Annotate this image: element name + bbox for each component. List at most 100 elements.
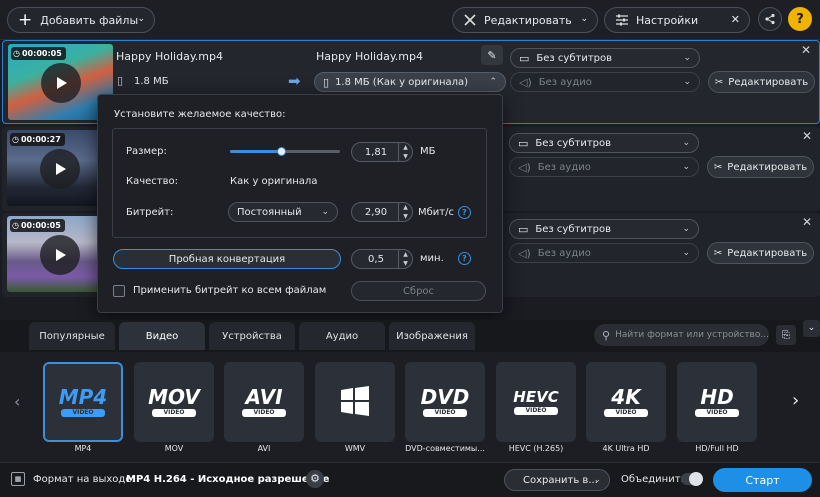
save-to-dropdown[interactable]: Сохранить в... ⌄ [504, 469, 610, 491]
stepper-arrows-icon[interactable]: ▲ ▼ [398, 203, 412, 221]
remove-file-button[interactable]: ✕ [802, 215, 812, 229]
bitrate-stepper[interactable]: 2,90 ▲ ▼ [351, 202, 413, 222]
settings-label: Настройки [636, 13, 699, 27]
merge-toggle-knob [689, 472, 703, 486]
output-size-label: 1.8 МБ (Как у оригинала) [335, 76, 469, 88]
bitrate-mode-select[interactable]: Постоянный ⌄ [228, 202, 338, 222]
format-logo: 4K VIDEO [604, 387, 648, 417]
tab-images[interactable]: Изображения [389, 322, 475, 350]
format-card-mov[interactable]: MOV VIDEO [134, 362, 214, 442]
edit-menu-label: Редактировать [484, 13, 572, 27]
help-icon: ? [796, 11, 804, 27]
search-input[interactable]: Найти формат или устройство... [615, 330, 769, 340]
tab-audio[interactable]: Аудио [299, 322, 385, 350]
edit-menu-button[interactable]: Редактировать ⌄ [452, 7, 598, 33]
bitrate-mode-label: Постоянный [237, 206, 302, 218]
subtitles-dropdown[interactable]: ▭ Без субтитров ⌄ [509, 133, 699, 153]
size-label: Размер: [126, 146, 167, 157]
play-button[interactable] [40, 149, 80, 189]
subtitles-label: Без субтитров [535, 137, 612, 149]
output-file-name: Happy Holiday.mp4 [316, 50, 423, 63]
edit-file-button[interactable]: ✂ Редактировать [708, 71, 815, 93]
subtitles-icon: ▭ [518, 136, 529, 150]
add-files-button[interactable]: + Добавить файлы ⌄ [7, 7, 155, 33]
chevron-down-icon: ⌄ [683, 77, 691, 87]
output-settings-button[interactable]: ⚙ [306, 470, 324, 488]
remove-file-button[interactable]: ✕ [802, 129, 812, 143]
edit-file-button[interactable]: ✂ Редактировать [707, 242, 814, 264]
audio-dropdown[interactable]: ◁) Без аудио ⌄ [509, 243, 699, 263]
format-logo-text: MOV [148, 385, 200, 409]
play-button[interactable] [41, 63, 81, 103]
share-button[interactable] [758, 7, 782, 31]
output-format-label: Формат на выходе: [33, 474, 135, 485]
help-button[interactable]: ? [788, 7, 812, 31]
tab-popular[interactable]: Популярные [29, 322, 115, 350]
tab-devices[interactable]: Устройства [209, 322, 295, 350]
scroll-left-button[interactable]: ‹ [14, 392, 20, 411]
play-icon [56, 163, 66, 175]
bitrate-label: Битрейт: [126, 207, 174, 218]
format-card-dvd-совместимы[interactable]: DVD VIDEO [405, 362, 485, 442]
remove-file-button[interactable]: ✕ [801, 43, 811, 57]
audio-dropdown[interactable]: ◁) Без аудио ⌄ [510, 72, 700, 92]
play-button[interactable] [40, 235, 80, 275]
format-card-avi[interactable]: AVI VIDEO [224, 362, 304, 442]
bitrate-help-icon[interactable]: ? [458, 206, 471, 219]
format-card-mp4[interactable]: MP4 VIDEO [43, 362, 123, 442]
trial-conversion-button[interactable]: Пробная конвертация [113, 249, 341, 269]
sliders-icon [616, 14, 628, 26]
file-size: 1.8 МБ [134, 76, 169, 87]
pencil-icon: ✎ [487, 48, 497, 62]
stepper-arrows-icon[interactable]: ▲ ▼ [398, 143, 412, 161]
subtitles-label: Без субтитров [535, 223, 612, 235]
audio-dropdown[interactable]: ◁) Без аудио ⌄ [509, 157, 699, 177]
format-card-4k-ultra-hd[interactable]: 4K VIDEO [586, 362, 666, 442]
scroll-right-button[interactable]: › [792, 390, 799, 411]
format-logo: MOV VIDEO [148, 387, 200, 417]
play-icon [56, 249, 66, 261]
size-slider-knob[interactable] [276, 147, 286, 156]
format-search[interactable]: ⚲ Найти формат или устройство... [594, 324, 769, 346]
speaker-icon: ◁) [519, 75, 532, 89]
start-button[interactable]: Старт [713, 468, 812, 492]
edit-file-label: Редактировать [728, 76, 809, 88]
format-logo-text: HD [700, 385, 734, 409]
trial-minutes-stepper[interactable]: 0,5 ▲ ▼ [351, 249, 413, 269]
subtitles-icon: ▭ [518, 222, 529, 236]
tab-video[interactable]: Видео [119, 322, 205, 350]
format-card-wmv[interactable] [315, 362, 395, 442]
format-logo-sub: VIDEO [604, 409, 648, 417]
output-size-dropdown[interactable]: ▯ 1.8 МБ (Как у оригинала) ⌃ [314, 72, 506, 92]
size-stepper[interactable]: 1,81 ▲ ▼ [351, 142, 413, 162]
top-toolbar: + Добавить файлы ⌄ Редактировать ⌄ Настр… [0, 0, 820, 40]
rename-button[interactable]: ✎ [481, 45, 503, 65]
format-logo: AVI VIDEO [242, 387, 286, 417]
reset-button[interactable]: Сброс [351, 281, 486, 301]
edit-file-label: Редактировать [727, 161, 808, 173]
format-logo: HEVC VIDEO [513, 387, 559, 415]
settings-button[interactable]: Настройки ✕ [604, 7, 750, 33]
stepper-arrows-icon[interactable]: ▲ ▼ [398, 250, 412, 268]
subtitles-dropdown[interactable]: ▭ Без субтитров ⌄ [510, 48, 700, 68]
subtitles-dropdown[interactable]: ▭ Без субтитров ⌄ [509, 219, 699, 239]
trial-help-icon[interactable]: ? [458, 252, 471, 265]
size-slider[interactable] [230, 147, 340, 156]
edit-file-button[interactable]: ✂ Редактировать [707, 156, 814, 178]
format-logo-text: HEVC [513, 387, 559, 406]
collapse-panel-button[interactable]: ⌄ [803, 320, 820, 337]
merge-toggle[interactable] [681, 472, 703, 486]
format-card-hd-full-hd[interactable]: HD VIDEO [677, 362, 757, 442]
bitrate-value: 2,90 [364, 206, 388, 218]
format-logo-sub: VIDEO [60, 409, 105, 417]
audio-label: Без аудио [538, 76, 592, 88]
chevron-down-icon: ⌄ [321, 207, 329, 217]
format-details-button[interactable]: ⎘ [776, 325, 796, 345]
chevron-down-icon: ⌄ [682, 224, 690, 234]
apply-all-checkbox[interactable] [113, 285, 125, 297]
format-label: MOV [164, 444, 184, 453]
duration-label: 00:00:05 [20, 221, 61, 230]
format-card-hevc-h-265[interactable]: HEVC VIDEO [496, 362, 576, 442]
merge-label: Объединить: [621, 474, 690, 485]
gear-icon: ⚙ [310, 472, 320, 485]
